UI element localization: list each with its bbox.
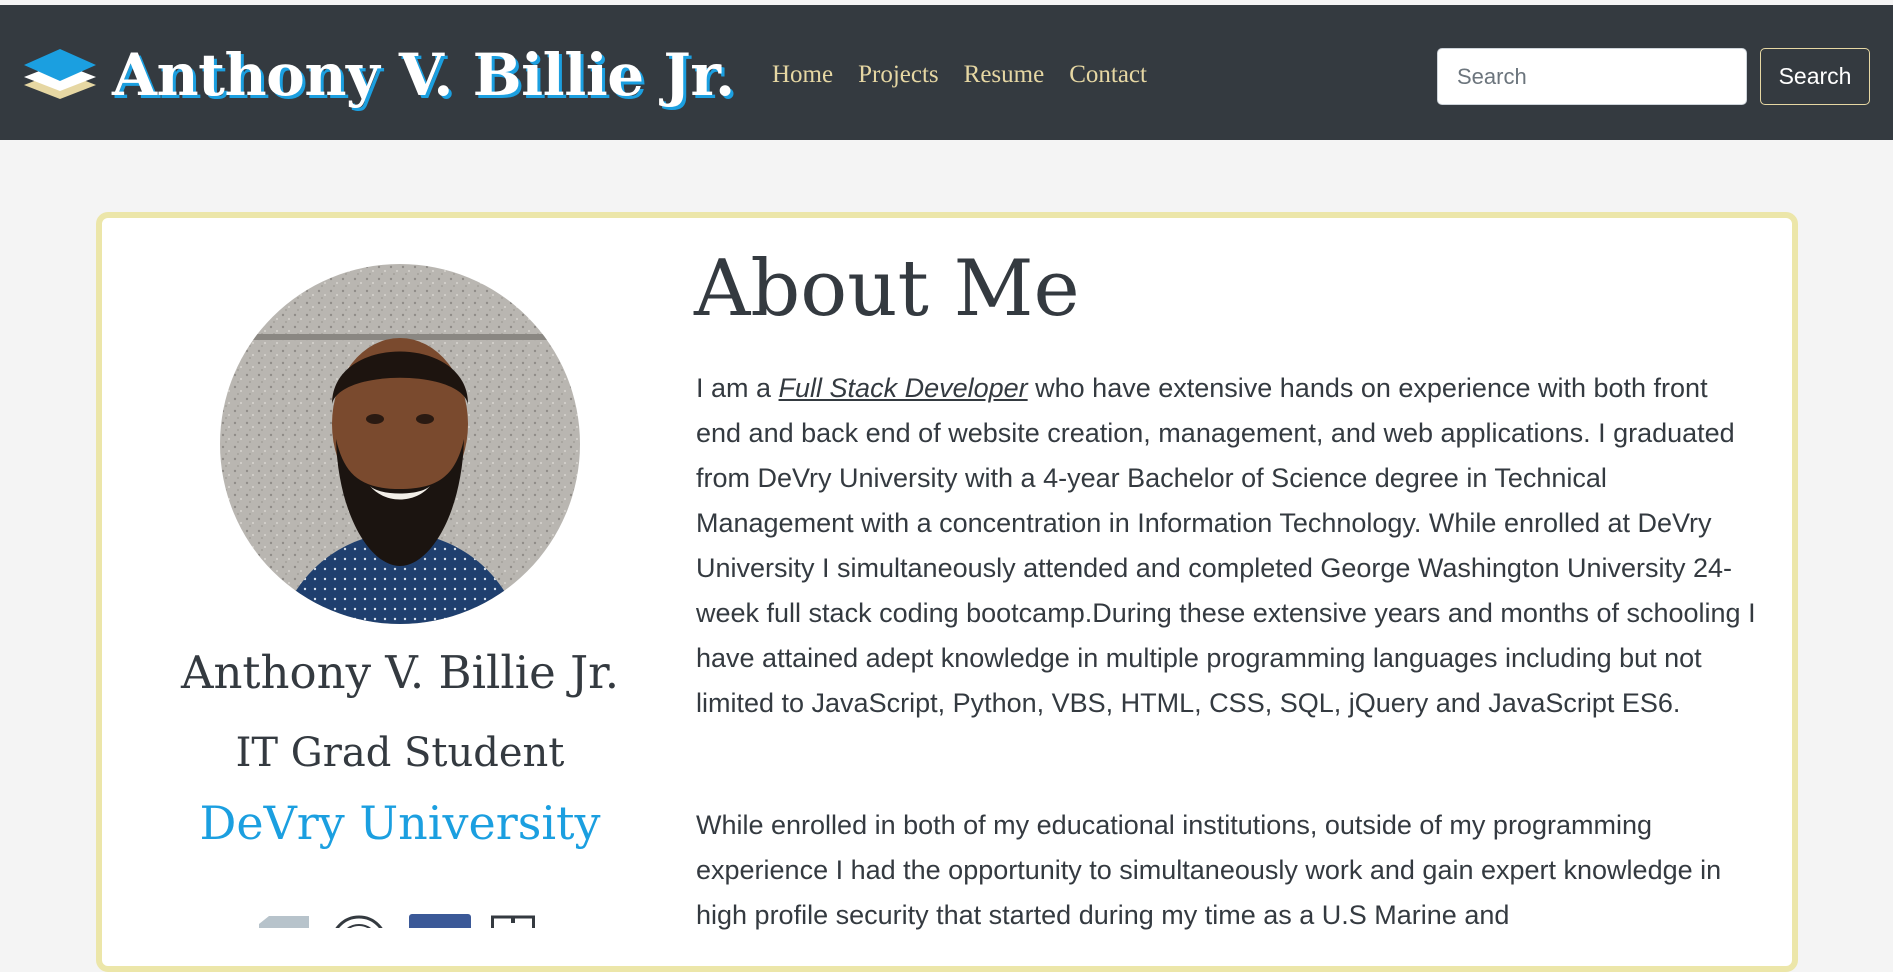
navbar: Anthony V. Billie Jr. Home Projects Resu… (0, 5, 1893, 140)
about-paragraph-1: I am a Full Stack Developer who have ext… (696, 366, 1760, 726)
facebook-icon[interactable] (409, 914, 471, 928)
nav-links: Home Projects Resume Contact (772, 61, 1172, 89)
brand-name: Anthony V. Billie Jr. (112, 41, 735, 109)
search-input[interactable] (1437, 48, 1747, 105)
about-title: About Me (694, 244, 1080, 334)
profile-role: IT Grad Student (235, 730, 565, 776)
nav-projects[interactable]: Projects (858, 61, 939, 89)
brand-link[interactable]: Anthony V. Billie Jr. (22, 41, 735, 109)
profile-name: Anthony V. Billie Jr. (180, 646, 620, 699)
profile-photo (220, 264, 580, 624)
nav-home[interactable]: Home (772, 61, 833, 89)
nav-contact[interactable]: Contact (1069, 61, 1147, 89)
github-icon[interactable] (329, 914, 389, 928)
layers-icon (24, 49, 96, 99)
resume-icon[interactable] (491, 914, 535, 928)
search-button[interactable]: Search (1760, 48, 1870, 105)
about-paragraph-2: While enrolled in both of my educational… (696, 810, 1722, 930)
about-p1-rest: who have extensive hands on experience w… (696, 373, 1756, 718)
nav-resume[interactable]: Resume (964, 61, 1045, 89)
linkedin-icon[interactable] (255, 914, 309, 928)
about-p1-prefix: I am a (696, 373, 779, 403)
profile-school-link[interactable]: DeVry University (130, 796, 670, 850)
full-stack-developer-link[interactable]: Full Stack Developer (779, 373, 1028, 403)
social-icons (255, 914, 555, 928)
